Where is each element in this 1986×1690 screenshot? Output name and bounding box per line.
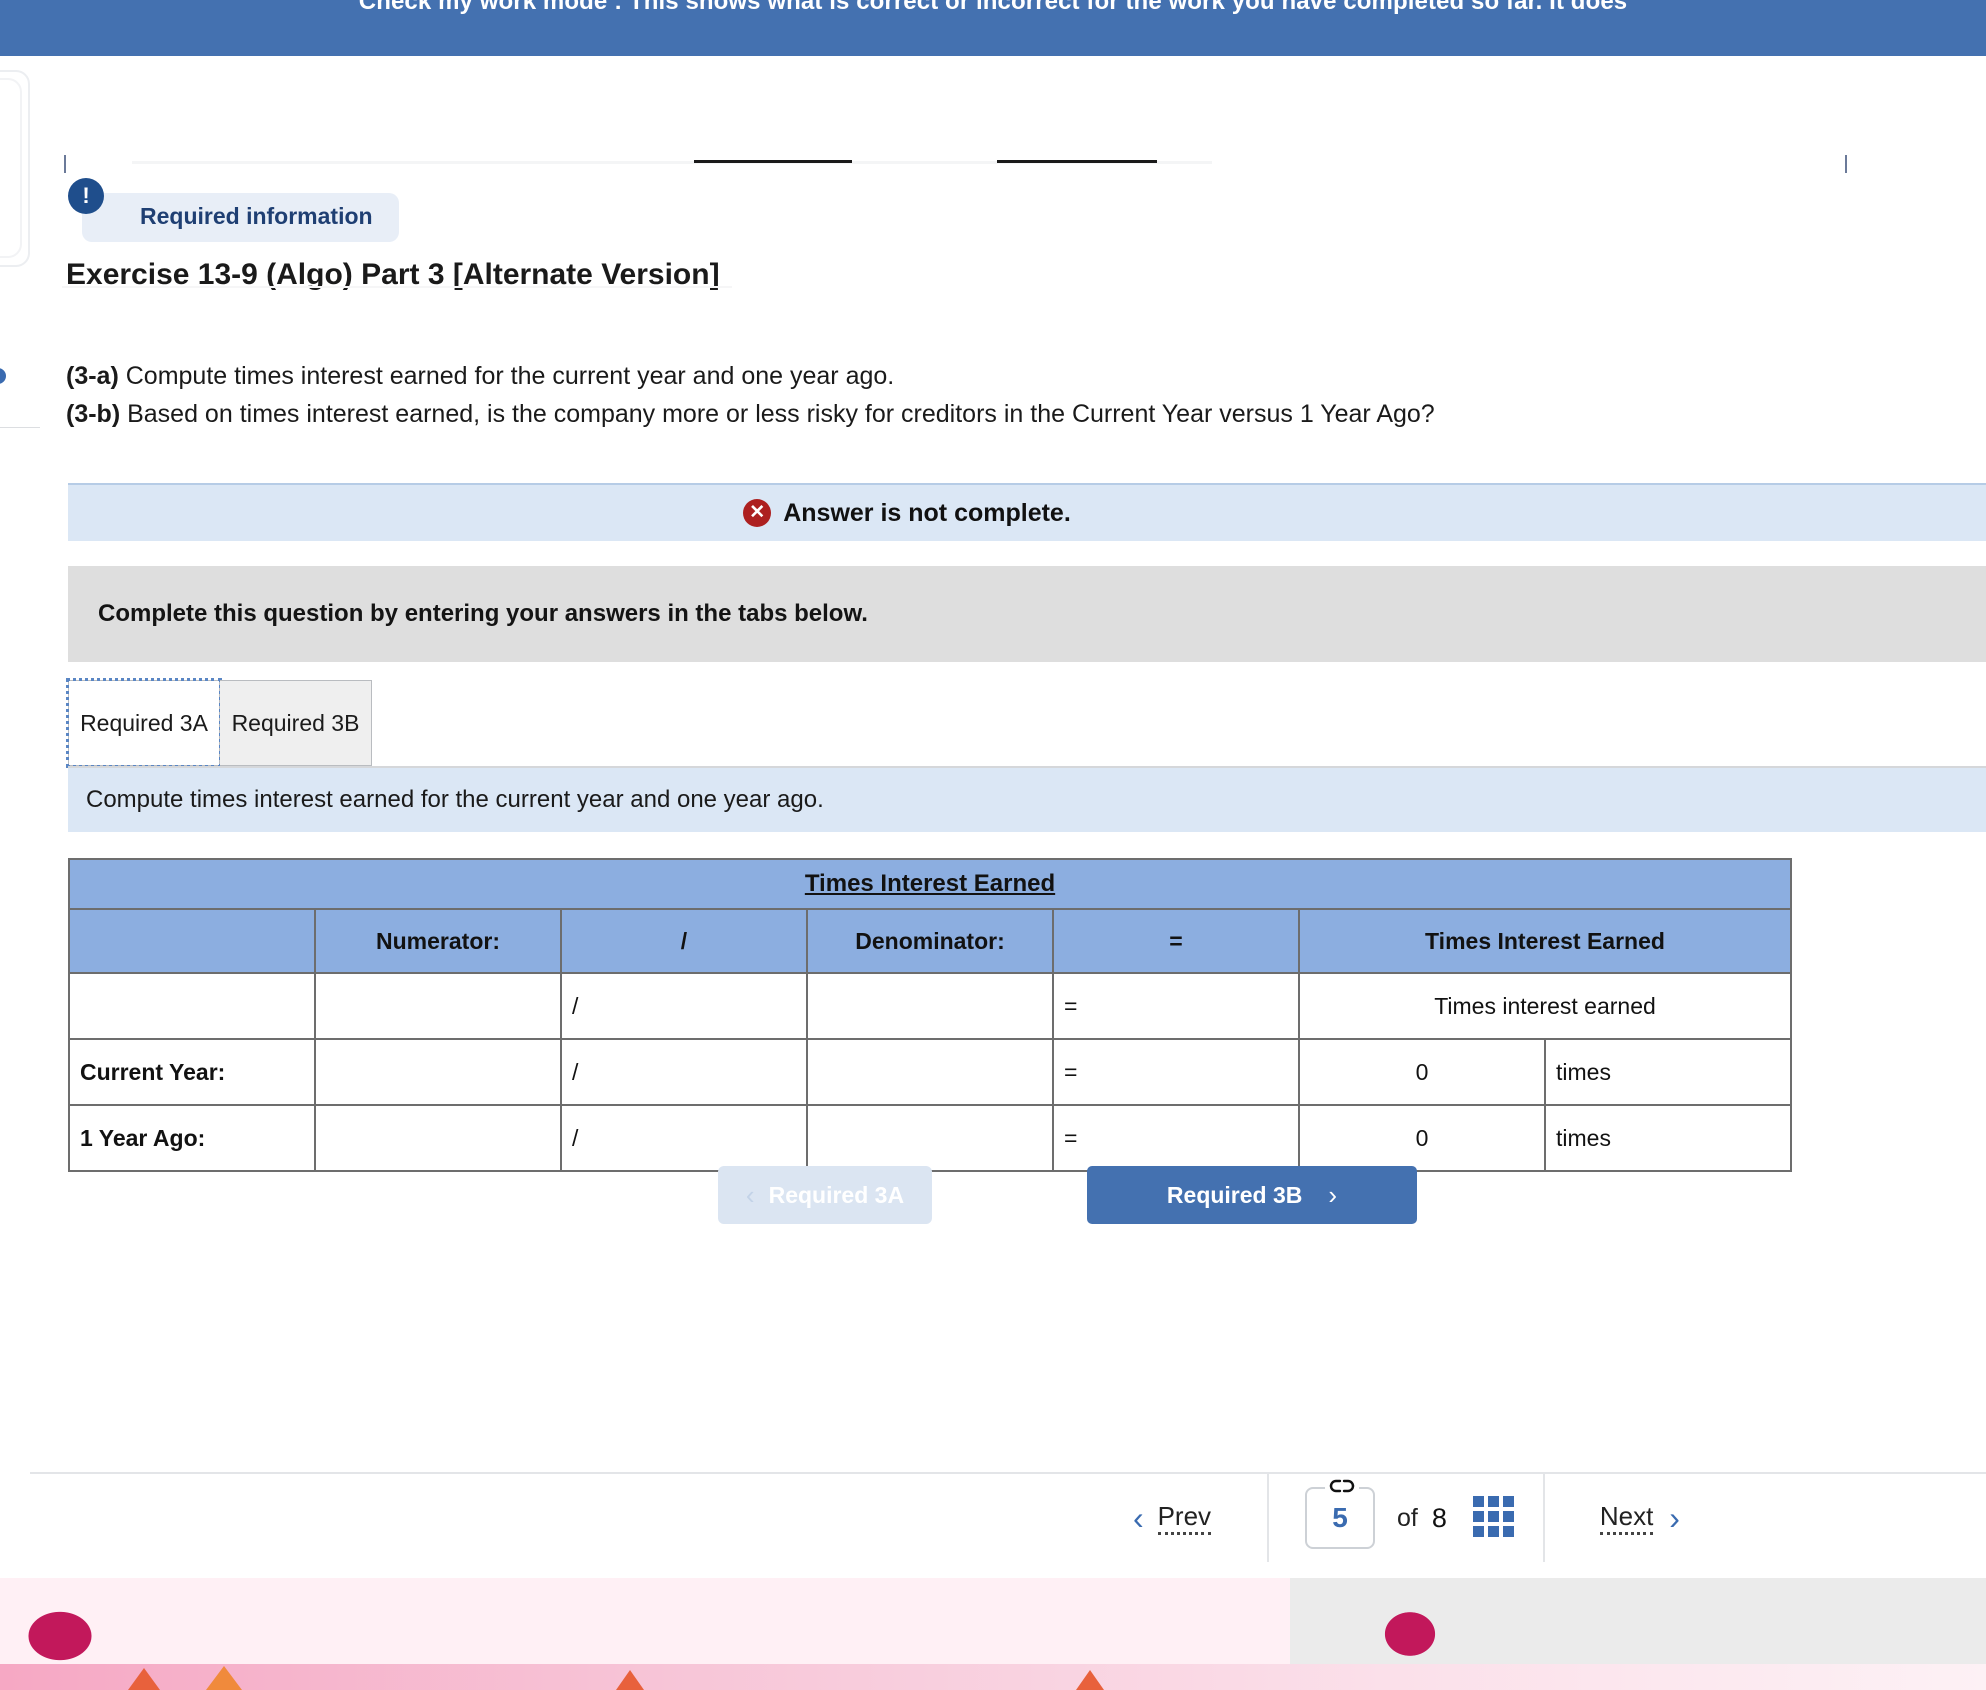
question-3b-text: Based on times interest earned, is the c… xyxy=(120,400,1435,428)
question-3b-label: (3-b) xyxy=(66,400,121,428)
chevron-left-icon: ‹ xyxy=(1132,1499,1144,1536)
left-tick-mark xyxy=(64,155,66,173)
table-title-text: Times Interest Earned xyxy=(804,870,1056,897)
tab-required-3a-label: Required 3A xyxy=(80,709,208,736)
next-page-label: Next xyxy=(1599,1501,1654,1535)
row-0-result: Times interest earned xyxy=(1298,972,1792,1040)
row-0-equals: = xyxy=(1052,972,1300,1040)
row-1-equals: = xyxy=(1052,1038,1300,1106)
question-3b: (3-b) Based on times interest earned, is… xyxy=(66,400,1435,429)
row-2-result: 0 xyxy=(1298,1104,1546,1172)
left-partial-dot xyxy=(0,368,6,384)
prev-requirement-label: Required 3A xyxy=(768,1181,905,1208)
tab-required-3b[interactable]: Required 3B xyxy=(220,680,372,766)
tab-required-3a[interactable]: Required 3A xyxy=(66,678,222,768)
header-equals: = xyxy=(1052,908,1300,974)
link-icon xyxy=(1325,1475,1359,1497)
row-1-unit: times xyxy=(1544,1038,1792,1106)
page-root: Check my work mode : This shows what is … xyxy=(0,0,1986,1690)
chevron-right-icon: › xyxy=(1669,1499,1680,1536)
check-my-work-banner-text: Check my work mode : This shows what is … xyxy=(358,0,1628,15)
prev-page-label: Prev xyxy=(1157,1501,1212,1535)
current-page-value: 5 xyxy=(1332,1502,1348,1533)
answer-status-inner: ✕ Answer is not complete. xyxy=(743,499,1071,528)
row-1-label: Current Year: xyxy=(68,1038,316,1106)
left-partial-divider xyxy=(0,427,40,428)
row-1-slash: / xyxy=(560,1038,808,1106)
row-0-label xyxy=(68,972,316,1040)
question-3a-text: Compute times interest earned for the cu… xyxy=(118,362,895,390)
answer-status-banner: ✕ Answer is not complete. xyxy=(68,483,1986,541)
tab-required-3b-label: Required 3B xyxy=(231,709,360,736)
row-2-unit: times xyxy=(1544,1104,1792,1172)
table-title-cell: Times Interest Earned xyxy=(68,858,1792,910)
prev-page-button[interactable]: ‹ Prev xyxy=(1077,1474,1269,1562)
of-label: of xyxy=(1397,1503,1418,1532)
prev-requirement-button[interactable]: ‹ Required 3A xyxy=(718,1166,932,1224)
table-row: 1 Year Ago: / = 0 times xyxy=(68,1104,1792,1172)
row-0-numerator-input[interactable] xyxy=(314,972,562,1040)
bottom-image-gradient-strip xyxy=(0,1664,1986,1690)
table-row: / = Times interest earned xyxy=(68,972,1792,1040)
row-2-equals: = xyxy=(1052,1104,1300,1172)
instruction-text: Complete this question by entering your … xyxy=(98,600,868,627)
next-requirement-button[interactable]: Required 3B › xyxy=(1087,1166,1417,1224)
header-times-interest-earned: Times Interest Earned xyxy=(1298,908,1792,974)
bottom-marker-2 xyxy=(206,1666,242,1690)
title-underline-artifact xyxy=(62,286,732,288)
right-tick-mark xyxy=(1845,155,1847,173)
row-1-numerator-input[interactable] xyxy=(314,1038,562,1106)
row-1-denominator-input[interactable] xyxy=(806,1038,1054,1106)
row-2-label: 1 Year Ago: xyxy=(68,1104,316,1172)
chevron-left-icon: ‹ xyxy=(745,1179,755,1210)
check-my-work-banner: Check my work mode : This shows what is … xyxy=(0,0,1986,56)
row-1-result: 0 xyxy=(1298,1038,1546,1106)
top-dark-rule-left xyxy=(694,160,852,163)
question-3a-label: (3-a) xyxy=(66,362,119,390)
left-partial-panel-inner xyxy=(0,78,22,258)
table-title-row: Times Interest Earned xyxy=(68,858,1792,910)
row-0-slash: / xyxy=(560,972,808,1040)
error-x-icon: ✕ xyxy=(743,499,772,527)
chevron-right-icon: › xyxy=(1328,1179,1338,1210)
row-2-denominator-input[interactable] xyxy=(806,1104,1054,1172)
next-requirement-label: Required 3B xyxy=(1166,1181,1303,1208)
grid-view-icon[interactable] xyxy=(1472,1496,1517,1540)
instruction-bar: Complete this question by entering your … xyxy=(68,566,1986,662)
times-interest-earned-table: Times Interest Earned Numerator: / Denom… xyxy=(68,858,1792,1172)
bottom-image-strip xyxy=(0,1578,1986,1690)
exclamation-icon: ! xyxy=(68,178,104,214)
table-row: Current Year: / = 0 times xyxy=(68,1038,1792,1106)
bottom-marker-1 xyxy=(128,1668,160,1690)
header-slash: / xyxy=(560,908,808,974)
question-3a: (3-a) Compute times interest earned for … xyxy=(66,362,894,391)
answer-status-text: Answer is not complete. xyxy=(783,498,1071,527)
bottom-marker-4 xyxy=(1076,1670,1104,1690)
subprompt-bar: Compute times interest earned for the cu… xyxy=(68,768,1986,832)
header-denominator: Denominator: xyxy=(806,908,1054,974)
required-information-label: Required information xyxy=(82,193,399,242)
row-2-numerator-input[interactable] xyxy=(314,1104,562,1172)
bottom-marker-3 xyxy=(616,1670,644,1690)
subprompt-text: Compute times interest earned for the cu… xyxy=(86,786,824,813)
top-dark-rule-right xyxy=(997,160,1157,163)
row-2-slash: / xyxy=(560,1104,808,1172)
header-numerator: Numerator: xyxy=(314,908,562,974)
header-blank xyxy=(68,908,316,974)
page-number-input[interactable]: 5 xyxy=(1305,1475,1375,1549)
table-header-row: Numerator: / Denominator: = Times Intere… xyxy=(68,908,1792,974)
row-0-denominator-input[interactable] xyxy=(806,972,1054,1040)
next-page-button[interactable]: Next › xyxy=(1542,1474,1735,1562)
pagination-bar: ‹ Prev 5 of 8 Next › xyxy=(1077,1474,1777,1562)
total-pages-value: 8 xyxy=(1431,1502,1447,1533)
